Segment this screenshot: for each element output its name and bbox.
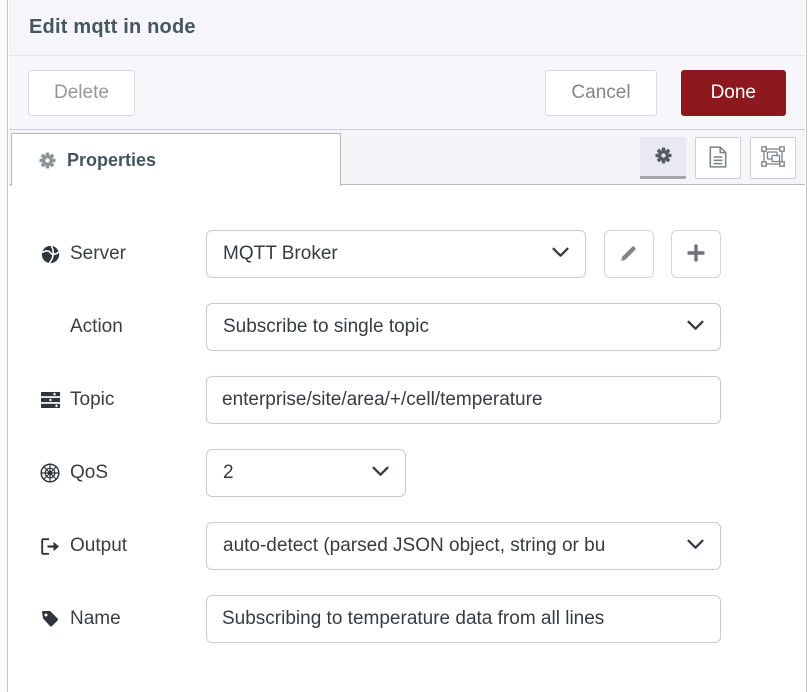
chevron-down-icon [687,537,704,555]
output-label: Output [39,535,206,557]
tab-properties-label: Properties [67,150,156,171]
form-row-server: Server MQTT Broker [39,230,805,278]
server-select[interactable]: MQTT Broker [206,230,586,278]
form-row-name: Name [39,595,805,643]
gear-icon [39,152,56,169]
chevron-down-icon [372,464,389,482]
document-icon [709,146,727,171]
form-row-topic: Topic [39,376,805,424]
empire-icon [39,463,61,483]
tab-bar: Properties [9,130,805,185]
dialog-panel: Edit mqtt in node Delete Cancel Done [9,0,805,692]
gear-icon [655,147,672,167]
appearance-tab-button[interactable] [750,137,796,179]
globe-icon [39,245,61,264]
tab-action-buttons [640,137,796,179]
edit-server-button[interactable] [604,230,654,278]
appearance-icon [761,146,785,170]
tasks-icon [39,392,61,408]
workspace-edge-right [806,0,812,692]
action-label: Action [39,316,206,338]
dialog-title: Edit mqtt in node [29,16,196,39]
name-input[interactable] [206,595,721,643]
description-tab-button[interactable] [695,137,741,179]
server-label: Server [39,243,206,265]
action-select[interactable]: Subscribe to single topic [206,303,721,351]
plus-icon [687,244,705,265]
properties-form: Server MQTT Broker [9,185,805,643]
tab-properties[interactable]: Properties [11,133,341,186]
pencil-icon [620,243,639,265]
delete-button[interactable]: Delete [28,70,135,116]
dialog-toolbar: Delete Cancel Done [9,56,805,130]
sign-out-icon [39,538,61,555]
topic-input[interactable] [206,376,721,424]
name-label: Name [39,608,206,630]
edit-mqtt-node-dialog: Edit mqtt in node Delete Cancel Done [0,0,812,692]
tag-icon [39,610,61,628]
form-row-action: Action Subscribe to single topic [39,303,805,351]
dialog-header: Edit mqtt in node [9,0,805,56]
topic-label: Topic [39,389,206,411]
workspace-edge-left [0,0,8,692]
cancel-button[interactable]: Cancel [545,70,656,116]
add-server-button[interactable] [671,230,721,278]
qos-label: QoS [39,462,206,484]
chevron-down-icon [687,318,704,336]
qos-select[interactable]: 2 [206,449,406,497]
form-row-output: Output auto-detect (parsed JSON object, … [39,522,805,570]
output-select[interactable]: auto-detect (parsed JSON object, string … [206,522,721,570]
chevron-down-icon [552,245,569,263]
form-row-qos: QoS 2 [39,449,805,497]
properties-tab-button[interactable] [640,137,686,179]
done-button[interactable]: Done [681,70,786,116]
